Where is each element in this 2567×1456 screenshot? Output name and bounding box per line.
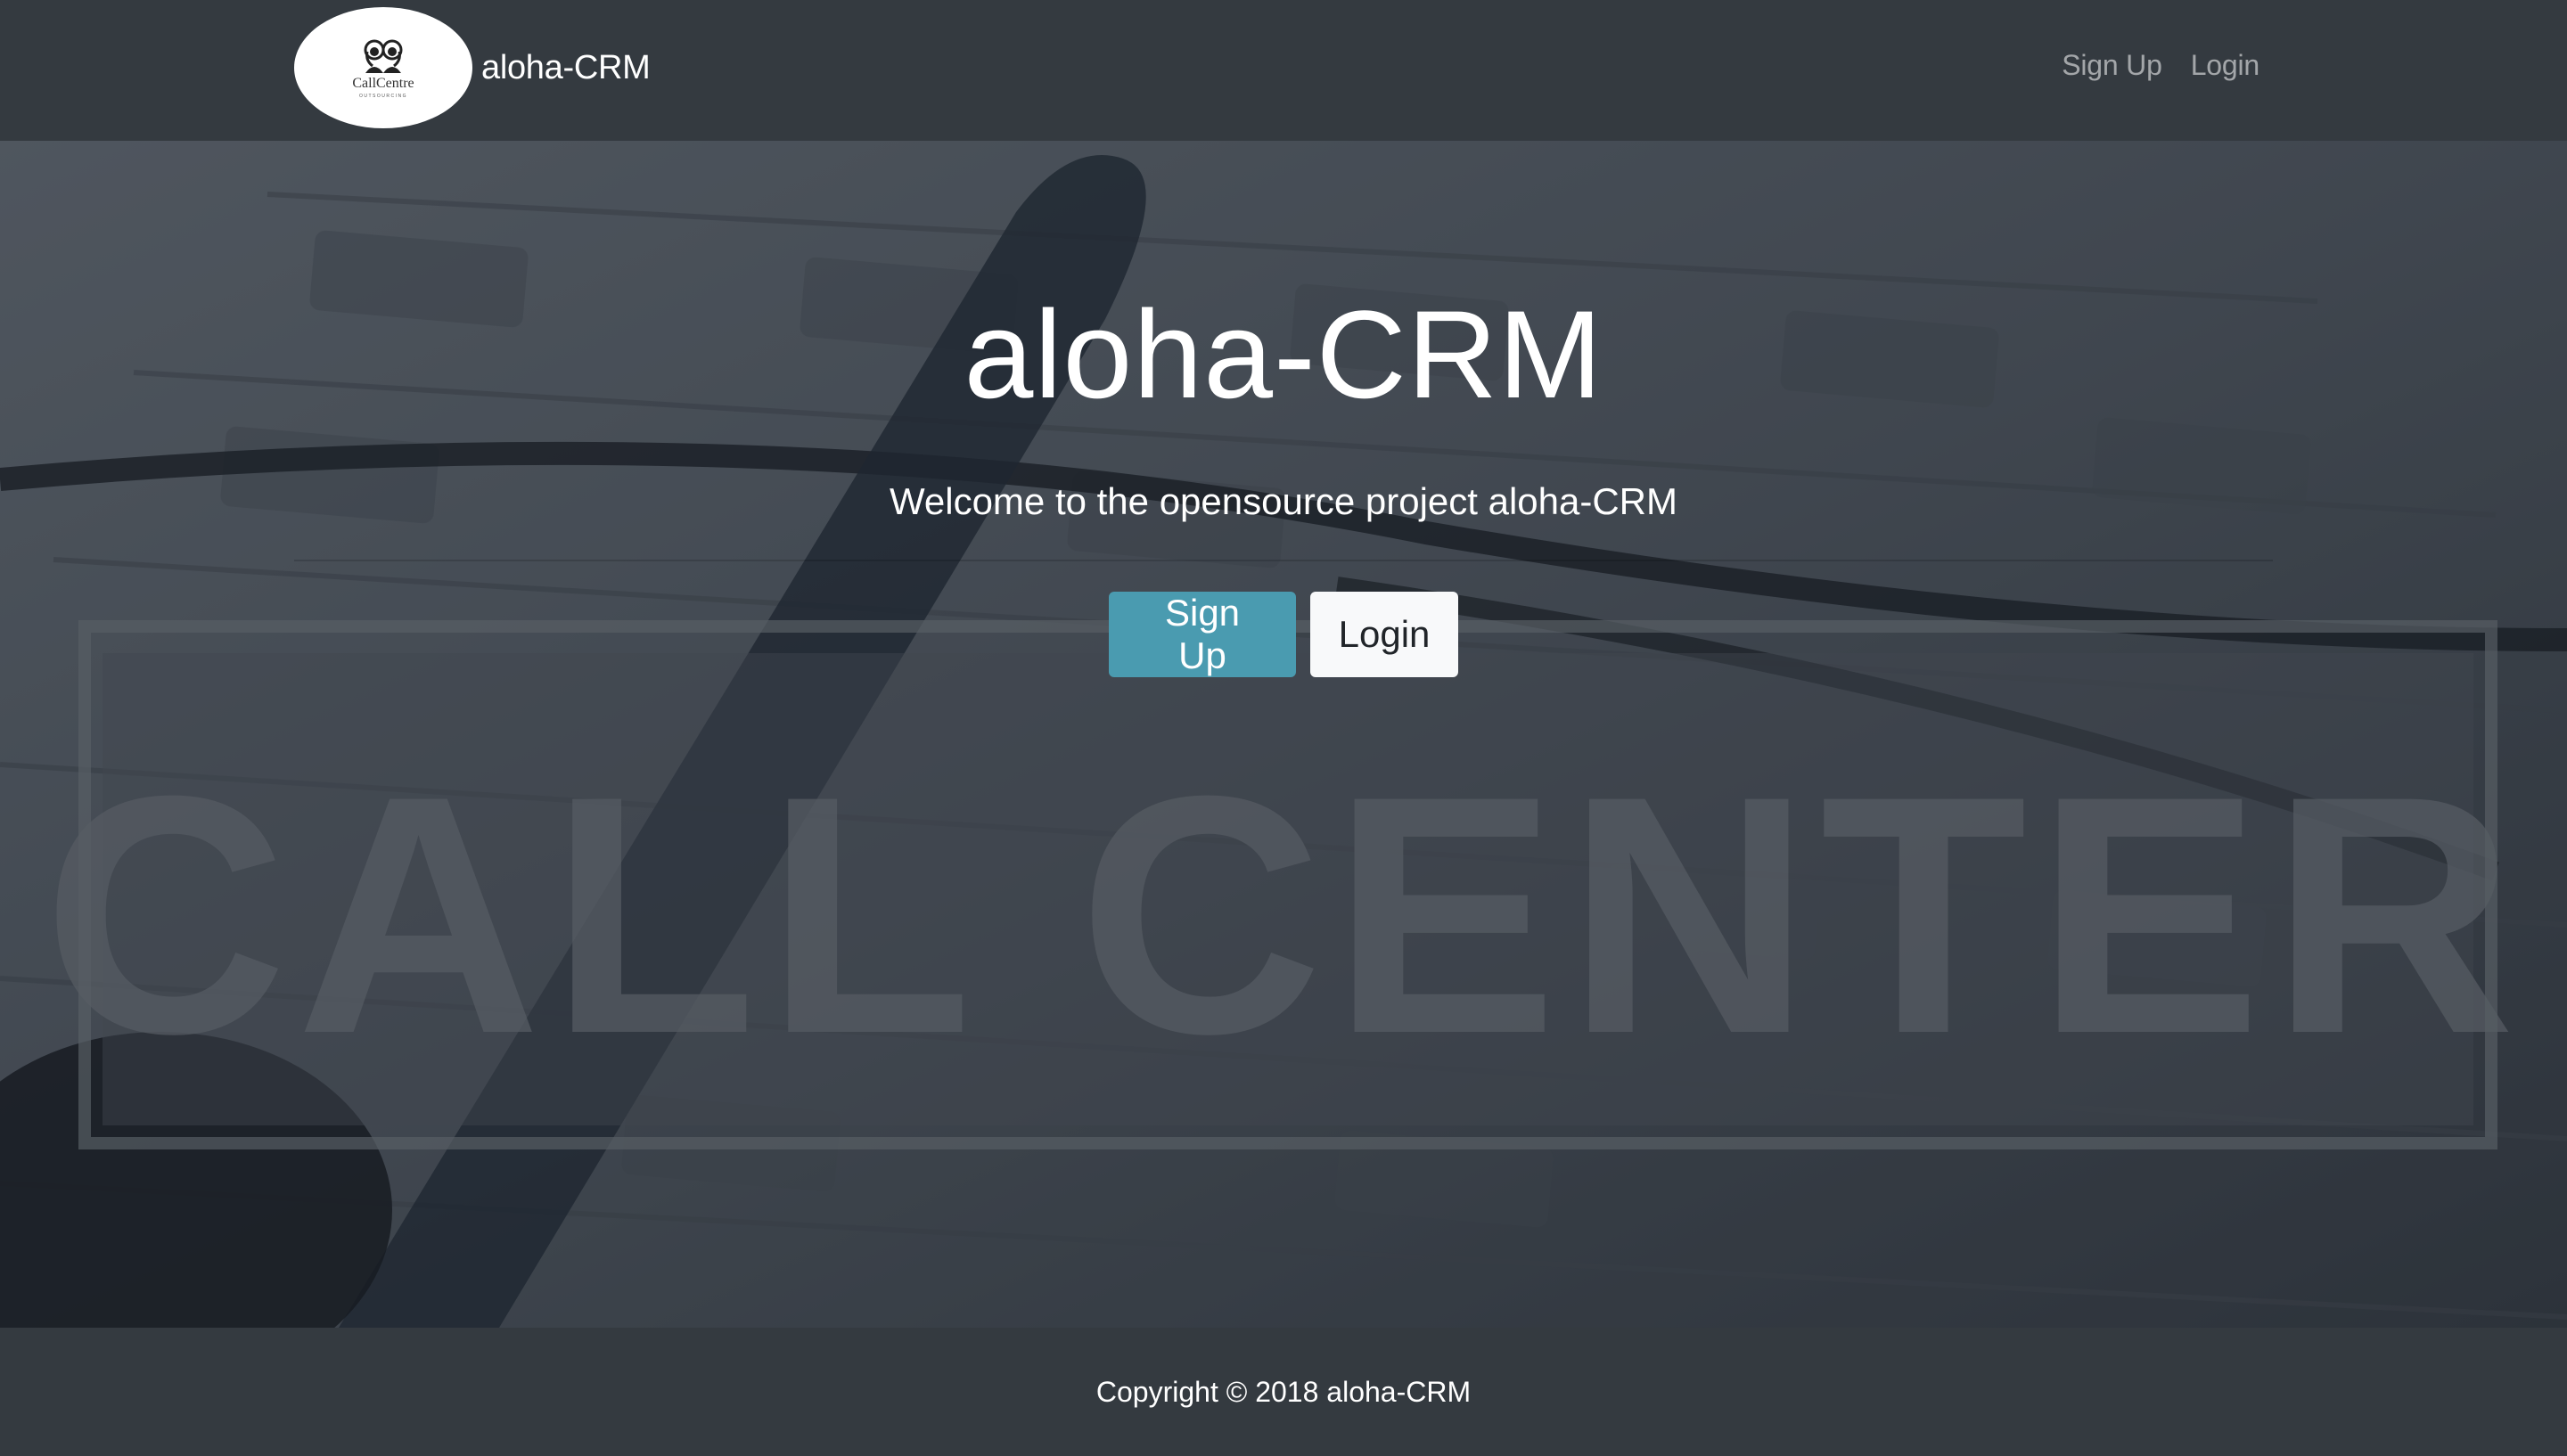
- hero-lead: Welcome to the opensource project aloha-…: [890, 480, 1677, 522]
- brand-name: aloha-CRM: [481, 48, 651, 86]
- hero-divider: [294, 560, 2273, 561]
- navbar-brand[interactable]: CallCentre OUTSOURCING aloha-CRM: [294, 7, 651, 128]
- nav-links: Sign Up Login: [2062, 0, 2259, 130]
- headset-people-icon: [364, 39, 403, 73]
- logo-tagline: OUTSOURCING: [359, 93, 407, 99]
- login-button[interactable]: Login: [1310, 592, 1458, 677]
- nav-link-login[interactable]: Login: [2191, 49, 2260, 82]
- hero-jumbotron: CALL CENTER aloha-CRM Welcome to the ope…: [0, 141, 2567, 1328]
- nav-link-signup[interactable]: Sign Up: [2062, 49, 2162, 82]
- logo-text: CallCentre: [352, 75, 414, 91]
- navbar: CallCentre OUTSOURCING aloha-CRM Sign Up…: [0, 0, 2567, 141]
- signup-button[interactable]: Sign Up: [1109, 592, 1296, 677]
- footer-copyright: Copyright © 2018 aloha-CRM: [1095, 1375, 1472, 1408]
- brand-logo: CallCentre OUTSOURCING: [294, 7, 472, 128]
- hero-title: aloha-CRM: [964, 284, 1603, 424]
- footer: Copyright © 2018 aloha-CRM: [0, 1328, 2567, 1456]
- hero-buttons: Sign Up Login: [0, 592, 2567, 677]
